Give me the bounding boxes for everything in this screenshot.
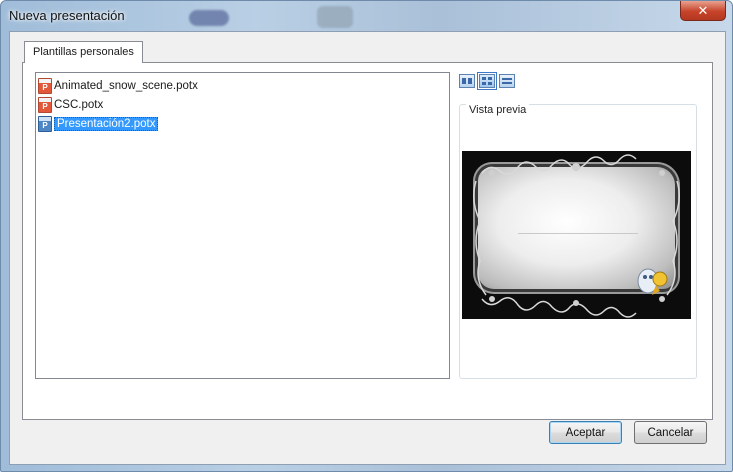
list-view-icon[interactable] [477,72,497,90]
view-toggle-group [459,72,515,90]
list-item-label: CSC.potx [54,99,104,111]
title-bar-decoration [189,10,229,26]
dialog-title: Nueva presentación [9,8,125,23]
dialog-body: Plantillas personales P Animated_snow_sc… [9,31,726,465]
title-bar[interactable]: Nueva presentación ✕ [1,1,732,31]
powerpoint-template-icon: P [38,116,52,132]
tab-plantillas-personales[interactable]: Plantillas personales [24,41,143,63]
details-view-icon[interactable] [499,74,515,88]
list-item[interactable]: P Animated_snow_scene.potx [38,77,198,95]
list-item-label: Presentación2.potx [54,117,159,131]
preview-group: Vista previa [459,104,697,379]
mascot-logo-icon [637,268,668,295]
powerpoint-template-icon: P [38,97,52,113]
title-bar-decoration [317,6,353,28]
tab-panel: P Animated_snow_scene.potx P CSC.potx P … [22,62,713,420]
template-list[interactable]: P Animated_snow_scene.potx P CSC.potx P … [35,72,450,379]
powerpoint-template-icon: P [38,78,52,94]
preview-caption: Vista previa [466,104,530,116]
list-item-label: Animated_snow_scene.potx [54,80,198,92]
large-icons-view-icon[interactable] [459,74,475,88]
dialog-window: Nueva presentación ✕ Plantillas personal… [0,0,733,472]
accept-button[interactable]: Aceptar [549,421,622,444]
list-item-selected[interactable]: P Presentación2.potx [38,115,159,133]
cancel-button[interactable]: Cancelar [634,421,707,444]
close-icon: ✕ [697,2,709,18]
dialog-buttons: Aceptar Cancelar [549,421,707,444]
template-preview-image [462,151,691,319]
close-button[interactable]: ✕ [680,1,726,21]
list-item[interactable]: P CSC.potx [38,96,103,114]
